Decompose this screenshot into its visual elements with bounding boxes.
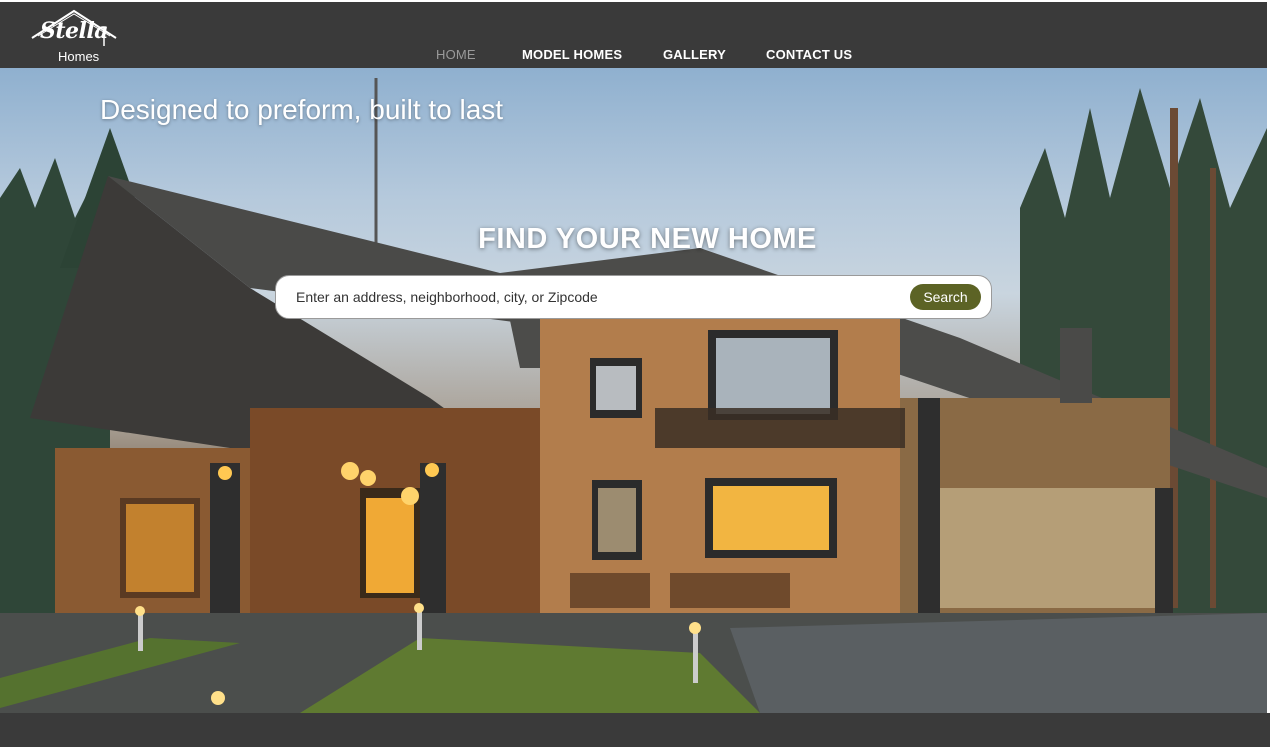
- hero-section: Designed to preform, built to last FIND …: [0, 68, 1267, 713]
- nav-model-homes[interactable]: MODEL HOMES: [522, 47, 622, 62]
- search-input[interactable]: [296, 282, 896, 312]
- log-house-photo: [0, 78, 1267, 713]
- main-nav: HOME MODEL HOMES GALLERY CONTACT US: [0, 2, 1267, 68]
- nav-gallery[interactable]: GALLERY: [663, 47, 726, 62]
- site-footer: [0, 713, 1270, 747]
- nav-home[interactable]: HOME: [436, 47, 476, 62]
- hero-tagline: Designed to preform, built to last: [100, 94, 504, 125]
- search-button[interactable]: Search: [910, 284, 981, 310]
- search-bar: Search: [275, 275, 992, 319]
- site-header: Stella Homes HOME MODEL HOMES GALLERY CO…: [0, 2, 1267, 68]
- find-home-title: FIND YOUR NEW HOME: [478, 223, 817, 255]
- nav-contact-us[interactable]: CONTACT US: [766, 47, 852, 62]
